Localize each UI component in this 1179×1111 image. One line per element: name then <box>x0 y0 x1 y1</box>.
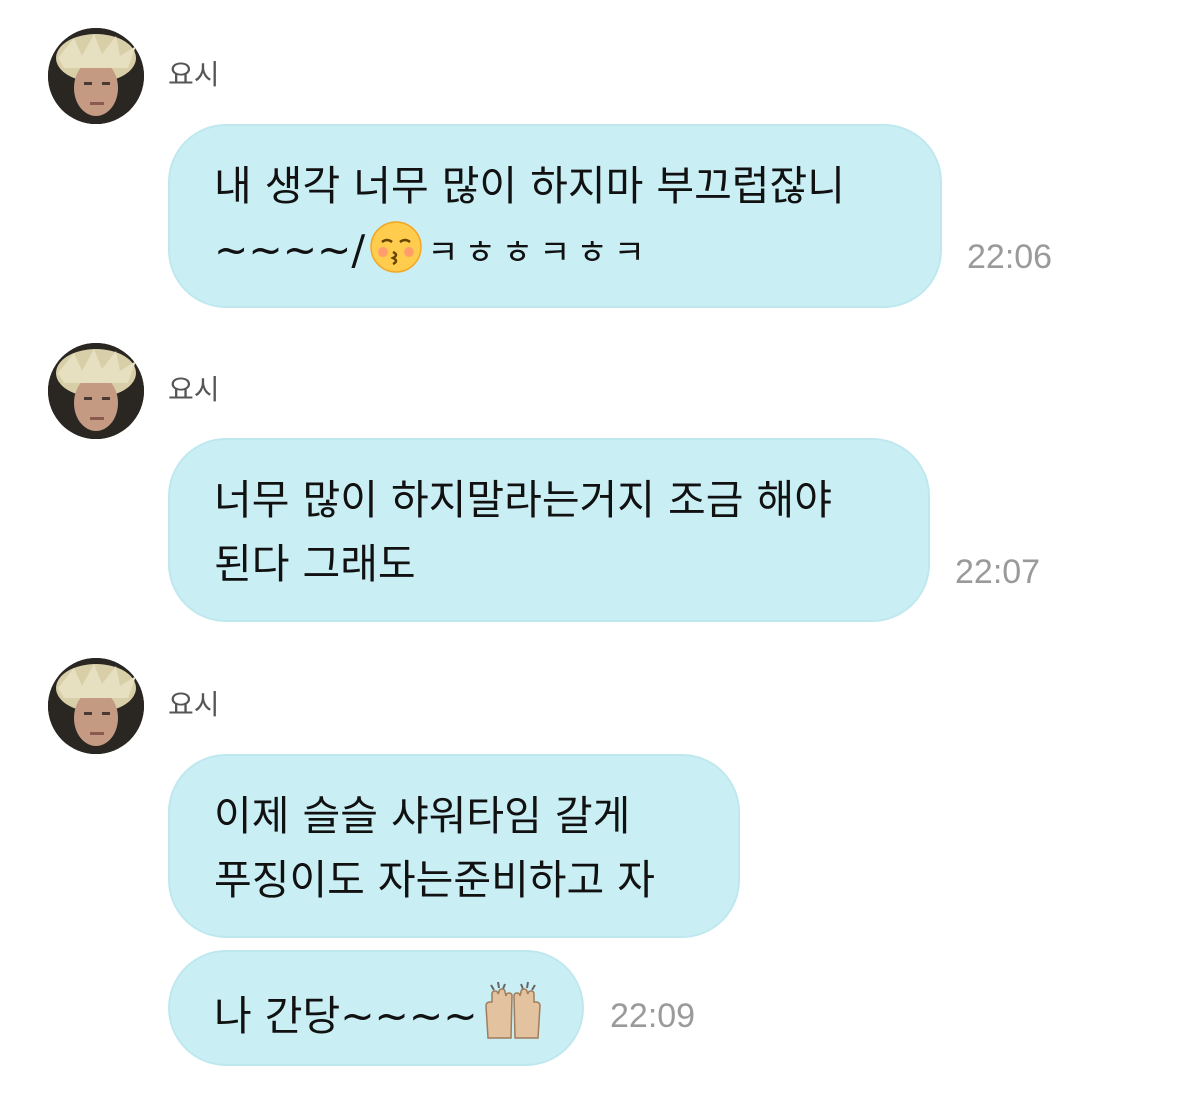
sender-name: 요시 <box>168 373 220 406</box>
sender-avatar[interactable] <box>48 658 144 754</box>
timestamp: 22:09 <box>610 997 696 1035</box>
message-line: 이제 슬슬 샤워타임 갈게 <box>214 792 631 840</box>
message-bubble[interactable]: 너무 많이 하지말라는거지 조금 해야 된다 그래도 <box>168 438 930 622</box>
sender-name: 요시 <box>168 688 220 721</box>
timestamp: 22:07 <box>955 553 1041 591</box>
avatar-photo <box>48 28 144 124</box>
message-line: 된다 그래도 <box>214 540 416 588</box>
sender-avatar[interactable] <box>48 343 144 439</box>
message-text: ~~~~/ <box>214 226 366 274</box>
message-bubble[interactable]: 내 생각 너무 많이 하지마 부끄럽잖니 ~~~~/ ㅋㅎㅎㅋㅎㅋ <box>168 124 942 308</box>
message-line: 내 생각 너무 많이 하지마 부끄럽잖니 <box>214 162 845 210</box>
avatar-photo <box>48 658 144 754</box>
message-line: ~~~~/ ㅋㅎㅎㅋㅎㅋ <box>214 218 896 285</box>
raising-hands-emoji-icon <box>484 981 541 1039</box>
message-line: 푸징이도 자는준비하고 자 <box>214 856 655 904</box>
timestamp: 22:06 <box>967 238 1053 276</box>
sender-avatar[interactable] <box>48 28 144 124</box>
message-text: ㅋㅎㅎㅋㅎㅋ <box>427 233 651 273</box>
avatar-photo <box>48 343 144 439</box>
message-text: 나 간당~~~~ <box>214 992 478 1040</box>
kiss-emoji-icon <box>370 221 422 273</box>
message-line: 나 간당~~~~ <box>214 980 541 1048</box>
message-bubble[interactable]: 나 간당~~~~ <box>168 950 584 1066</box>
message-bubble[interactable]: 이제 슬슬 샤워타임 갈게 푸징이도 자는준비하고 자 <box>168 754 740 938</box>
message-line: 너무 많이 하지말라는거지 조금 해야 <box>214 476 832 524</box>
sender-name: 요시 <box>168 58 220 91</box>
